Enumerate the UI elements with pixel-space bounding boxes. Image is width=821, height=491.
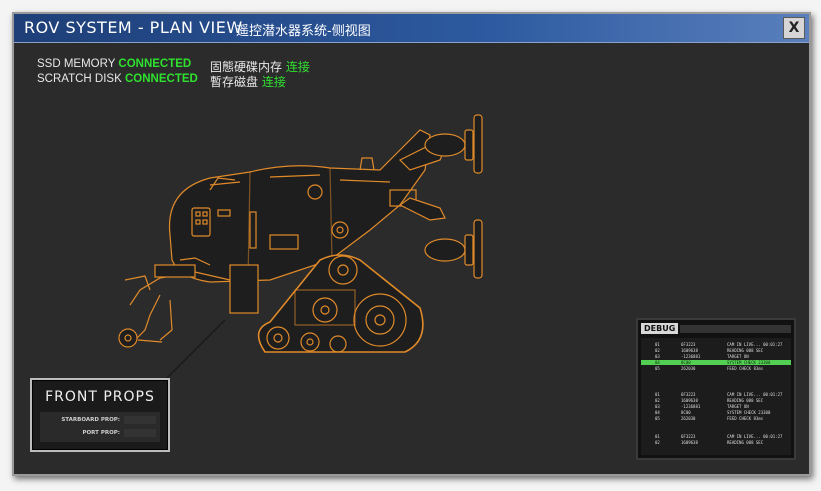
ssd-cn-value: 连接: [285, 60, 310, 74]
debug-row-id: 02: [655, 398, 660, 403]
starboard-prop-label: STARBOARD PROP:: [61, 417, 120, 423]
debug-row: 01 6F3223 CAM IN LIVE... 00:01:27: [641, 434, 791, 439]
front-props-readout: STARBOARD PROP: PORT PROP:: [40, 412, 160, 442]
scratch-cn-label: 暫存磁盘: [210, 75, 259, 89]
debug-row-message: READING 088 SEC: [727, 348, 764, 353]
debug-row-id: 04: [655, 410, 660, 415]
scratch-label: SCRATCH DISK: [37, 73, 122, 85]
debug-row-code: 262030: [681, 416, 696, 421]
rov-wireframe-image: [118, 114, 483, 353]
debug-row: 02 1609638 READING 088 SEC: [641, 398, 791, 403]
ssd-status: SSD MEMORY CONNECTED: [37, 58, 191, 70]
debug-row-code: 6F3223: [681, 342, 696, 347]
debug-row: 01 6F3223 CAM IN LIVE... 00:01:27: [641, 342, 791, 347]
debug-row-id: 05: [655, 366, 660, 371]
debug-row: 04 8C00 SYSTEM CHECK 23300: [641, 360, 791, 365]
port-prop-value: [124, 429, 156, 437]
debug-row-message: CAM IN LIVE... 00:01:27: [727, 342, 783, 347]
debug-row-message: READING 088 SEC: [727, 398, 764, 403]
ssd-label: SSD MEMORY: [37, 58, 116, 70]
debug-row-code: 8C00: [681, 360, 691, 365]
debug-tab[interactable]: DEBUG: [641, 323, 679, 334]
debug-row-id: 01: [655, 342, 660, 347]
debug-row-message: READING 088 SEC: [727, 440, 764, 445]
starboard-prop-row: STARBOARD PROP:: [40, 414, 160, 426]
debug-row-id: 02: [655, 440, 660, 445]
debug-row-code: 1609638: [681, 348, 698, 353]
debug-row-code: 6F3223: [681, 434, 696, 439]
debug-row-id: 04: [655, 360, 660, 365]
debug-row: 02 1609638 READING 088 SEC: [641, 440, 791, 445]
debug-row-code: 6F3223: [681, 392, 696, 397]
debug-row: 02 1609638 READING 088 SEC: [641, 348, 791, 353]
starboard-prop-value: [124, 416, 156, 424]
debug-row-code: 8C00: [681, 410, 691, 415]
debug-row: 01 6F3223 CAM IN LIVE... 00:01:27: [641, 392, 791, 397]
debug-row-id: 01: [655, 392, 660, 397]
debug-row-code: 1609638: [681, 440, 698, 445]
debug-row-code: 262030: [681, 366, 696, 371]
ssd-cn-label: 固態硬碟内存: [210, 60, 283, 74]
debug-panel: DEBUG 01 6F3223 CAM IN LIVE... 00:01:27 02 1…: [636, 318, 796, 460]
port-prop-label: PORT PROP:: [82, 430, 120, 436]
debug-tab-bar: [680, 325, 791, 333]
window-title-cn: 遥控潜水器系统-侧视图: [236, 24, 371, 39]
debug-row-message: SYSTEM CHECK 23300: [727, 410, 771, 415]
debug-row-message: SYSTEM CHECK 23300: [727, 360, 771, 365]
debug-row-id: 05: [655, 416, 660, 421]
debug-row-id: 02: [655, 348, 660, 353]
debug-row: 05 262030 FEED CHECK 83ms: [641, 366, 791, 371]
debug-row-id: 01: [655, 434, 660, 439]
debug-row-id: 03: [655, 354, 660, 359]
debug-row-code: -1236881: [681, 404, 701, 409]
port-prop-row: PORT PROP:: [40, 427, 160, 439]
debug-row: 03 -1236881 TARGET ON: [641, 354, 791, 359]
front-props-panel: FRONT PROPS STARBOARD PROP: PORT PROP:: [30, 378, 170, 452]
window-title: ROV SYSTEM - PLAN VIEW: [24, 18, 243, 37]
scratch-cn-value: 连接: [261, 75, 286, 89]
close-button[interactable]: X: [783, 17, 805, 39]
debug-row: 03 -1236881 TARGET ON: [641, 404, 791, 409]
debug-row-code: -1236881: [681, 354, 701, 359]
scratch-status: SCRATCH DISK CONNECTED: [37, 73, 198, 85]
ssd-value: CONNECTED: [118, 58, 192, 70]
debug-row-message: FEED CHECK 83ms: [727, 416, 764, 421]
scratch-status-cn: 暫存磁盘 连接: [210, 73, 286, 90]
title-bar[interactable]: ROV SYSTEM - PLAN VIEW 遥控潜水器系统-侧视图 X: [14, 14, 809, 43]
front-props-title: FRONT PROPS: [45, 389, 155, 405]
debug-row-message: TARGET ON: [727, 404, 749, 409]
debug-row-message: CAM IN LIVE... 00:01:27: [727, 434, 783, 439]
debug-row: 05 262030 FEED CHECK 83ms: [641, 416, 791, 421]
debug-row-code: 1609638: [681, 398, 698, 403]
debug-row-message: TARGET ON: [727, 354, 749, 359]
debug-row-id: 03: [655, 404, 660, 409]
debug-row-message: FEED CHECK 83ms: [727, 366, 764, 371]
debug-row: 04 8C00 SYSTEM CHECK 23300: [641, 410, 791, 415]
scratch-value: CONNECTED: [124, 73, 198, 85]
debug-log: 01 6F3223 CAM IN LIVE... 00:01:27 02 1609638…: [641, 338, 791, 455]
debug-row-message: CAM IN LIVE... 00:01:27: [727, 392, 783, 397]
